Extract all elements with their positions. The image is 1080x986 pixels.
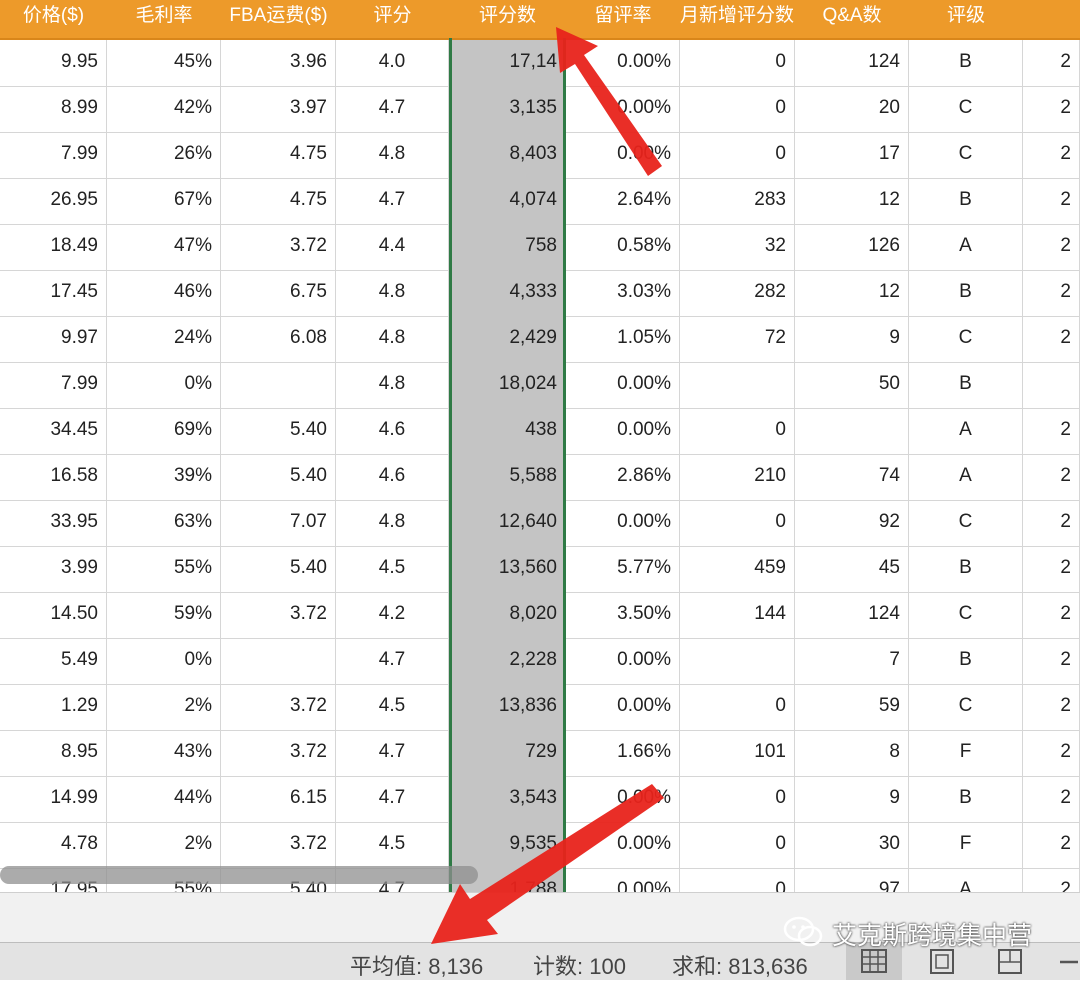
arrow-top-icon <box>556 27 662 176</box>
arrow-bottom-icon <box>431 784 664 944</box>
annotation-arrows <box>431 27 664 944</box>
